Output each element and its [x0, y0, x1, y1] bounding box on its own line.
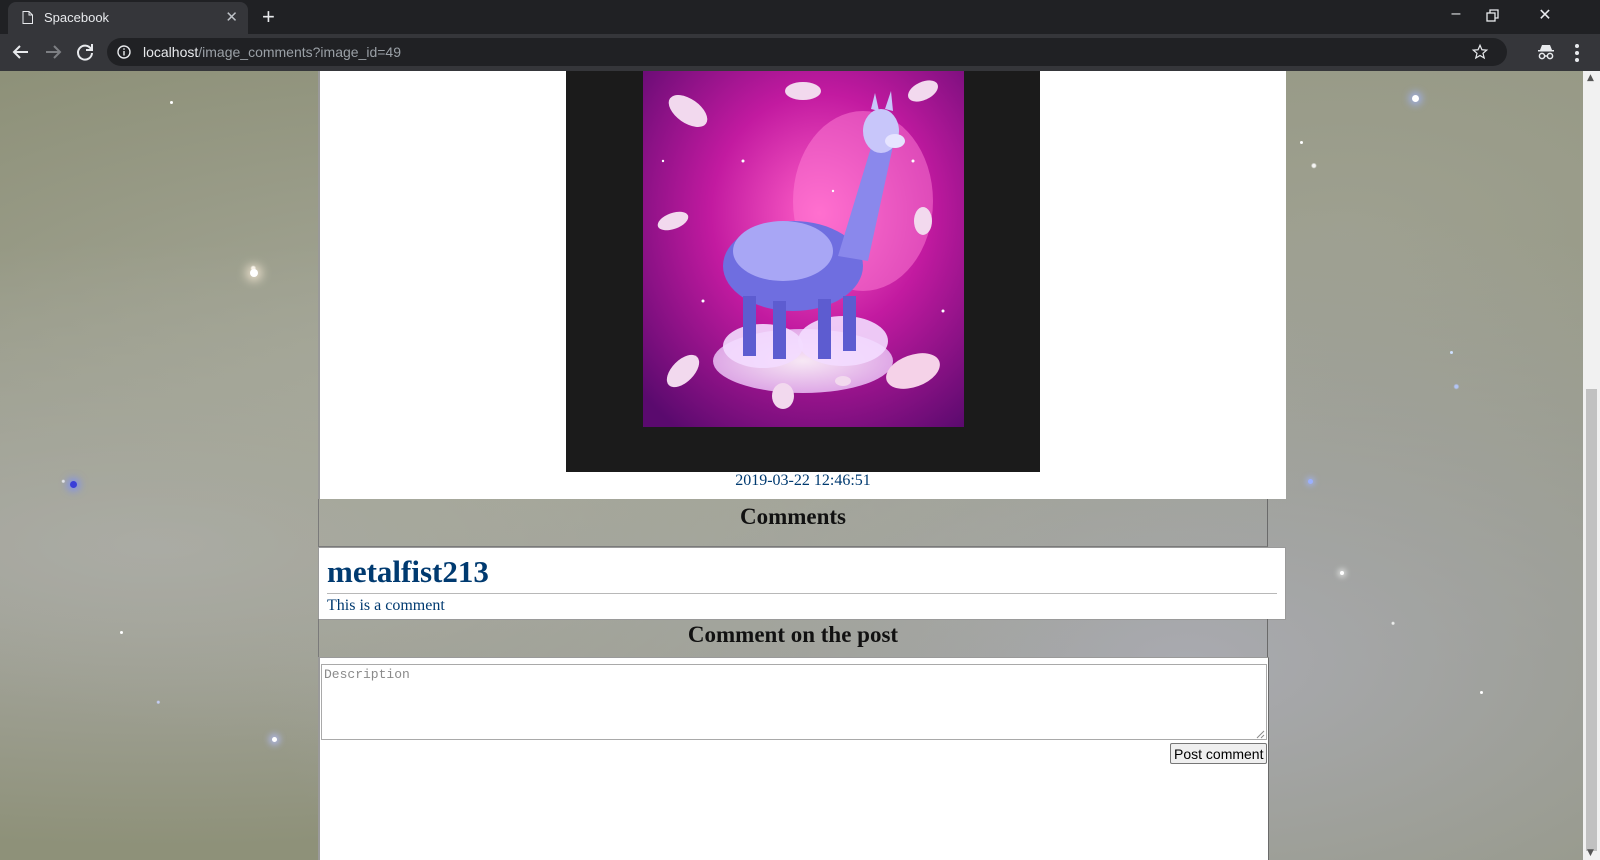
comment-description-input[interactable]	[321, 664, 1267, 740]
post-timestamp: 2019-03-22 12:46:51	[735, 472, 871, 489]
star-decoration	[70, 481, 77, 488]
window-close-icon[interactable]: ✕	[1530, 5, 1560, 25]
star-decoration	[170, 101, 173, 104]
browser-tabstrip: Spacebook ✕ + – ✕	[0, 0, 1600, 34]
post-image-frame	[566, 71, 1040, 472]
comments-section-header: Comments	[318, 499, 1268, 547]
kebab-menu-icon[interactable]	[1574, 43, 1580, 63]
resize-grip-icon[interactable]	[1255, 729, 1265, 739]
arrow-left-icon[interactable]	[9, 40, 33, 64]
minimize-icon[interactable]: –	[1441, 5, 1471, 23]
tab-title: Spacebook	[44, 10, 110, 25]
star-decoration	[1480, 691, 1483, 694]
page-icon	[22, 11, 33, 24]
browser-tab-active[interactable]: Spacebook ✕	[8, 2, 248, 34]
arrow-right-icon[interactable]	[41, 40, 65, 64]
close-icon[interactable]: ✕	[225, 8, 238, 26]
comment-card: metalfist213 This is a comment	[318, 547, 1286, 620]
comment-text: This is a comment	[327, 597, 445, 614]
star-decoration	[1308, 479, 1313, 484]
comment-form-heading: Comment on the post	[687, 622, 899, 647]
star-decoration	[1412, 95, 1419, 102]
star-decoration	[272, 737, 277, 742]
reload-icon[interactable]	[73, 40, 97, 64]
post-image[interactable]	[643, 71, 964, 427]
star-decoration	[1340, 571, 1344, 575]
comment-divider	[327, 593, 1277, 594]
comment-form: Post comment	[318, 657, 1269, 860]
scrollbar-thumb[interactable]	[1586, 389, 1597, 851]
browser-toolbar: localhost/image_comments?image_id=49	[0, 34, 1600, 71]
comments-heading: Comments	[739, 504, 847, 529]
url-text: localhost/image_comments?image_id=49	[143, 44, 401, 60]
star-decoration	[250, 269, 258, 277]
post-comment-button[interactable]: Post comment	[1170, 743, 1268, 764]
scroll-down-icon[interactable]: ▼	[1587, 848, 1594, 858]
info-icon[interactable]	[117, 45, 131, 59]
post-card: 2019-03-22 12:46:51	[318, 71, 1286, 499]
comment-author[interactable]: metalfist213	[327, 554, 489, 590]
url-host: localhost	[143, 44, 199, 60]
star-icon[interactable]	[1471, 43, 1489, 61]
star-decoration	[1300, 141, 1303, 144]
star-decoration	[120, 631, 123, 634]
url-path: /image_comments?image_id=49	[198, 44, 401, 60]
page-viewport: 2019-03-22 12:46:51 Comments metalfist21…	[0, 71, 1583, 860]
scroll-up-icon[interactable]: ▲	[1587, 73, 1594, 83]
comment-form-header: Comment on the post	[318, 619, 1268, 657]
incognito-icon[interactable]	[1536, 42, 1556, 62]
restore-icon[interactable]	[1486, 9, 1500, 23]
plus-icon[interactable]: +	[262, 4, 275, 30]
star-decoration	[1450, 351, 1453, 354]
address-bar[interactable]: localhost/image_comments?image_id=49	[107, 38, 1507, 66]
page-scrollbar[interactable]: ▲ ▼	[1583, 71, 1600, 860]
